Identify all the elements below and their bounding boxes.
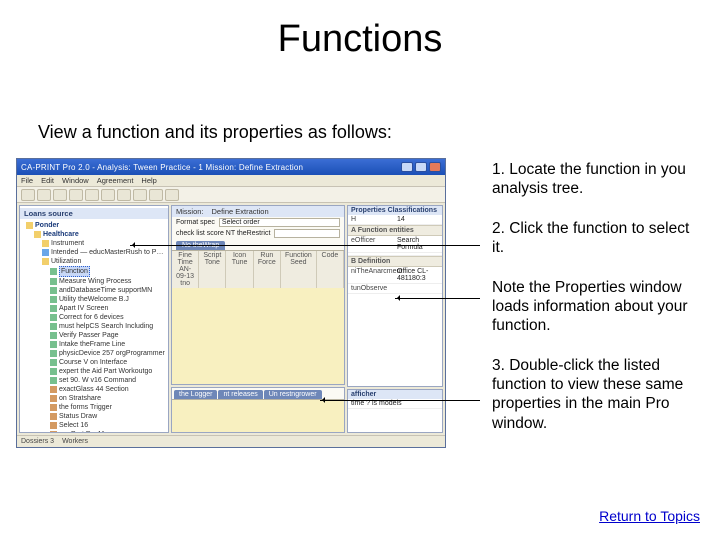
menu-file[interactable]: File bbox=[21, 176, 33, 185]
page-subtitle: View a function and its properties as fo… bbox=[38, 122, 392, 143]
menu-edit[interactable]: Edit bbox=[41, 176, 54, 185]
instruction-3: 3. Double-click the listed function to v… bbox=[492, 356, 692, 434]
instruction-1: 1. Locate the function in you analysis t… bbox=[492, 160, 692, 199]
instruction-2: 2. Click the function to select it. bbox=[492, 219, 692, 258]
option-field[interactable]: Select order bbox=[219, 218, 340, 227]
toolbar-button[interactable] bbox=[101, 189, 115, 201]
toolbar-button[interactable] bbox=[21, 189, 35, 201]
menu-window[interactable]: Window bbox=[62, 176, 89, 185]
menu-bar: File Edit Window Agreement Help bbox=[17, 175, 445, 187]
main-columns: Fine Time AN-09-13 tno Script Tone Icon … bbox=[172, 251, 344, 288]
analysis-tree[interactable]: Ponder Healthcare Instrument Intended — … bbox=[20, 219, 168, 433]
window-title: CA-PRINT Pro 2.0 - Analysis: Tween Pract… bbox=[21, 163, 303, 172]
instruction-list: 1. Locate the function in you analysis t… bbox=[492, 160, 692, 453]
option-label: Format spec bbox=[176, 219, 215, 226]
toolbar-button[interactable] bbox=[149, 189, 163, 201]
properties-lower-header: afficher bbox=[348, 390, 442, 399]
instruction-note: Note the Properties window loads informa… bbox=[492, 278, 692, 336]
arrow-3 bbox=[320, 400, 480, 401]
toolbar-button[interactable] bbox=[165, 189, 179, 201]
arrow-2 bbox=[395, 298, 480, 299]
tree-header: Loans source bbox=[20, 208, 168, 219]
properties-header: Properties Classifications bbox=[348, 206, 442, 215]
status-bar: Dossiers 3 Workers bbox=[17, 435, 445, 447]
main-pro-window: Mission: Define Extraction Format spec S… bbox=[171, 205, 345, 385]
minimize-button[interactable] bbox=[401, 162, 413, 172]
bottom-content bbox=[172, 399, 344, 432]
toolbar-button[interactable] bbox=[69, 189, 83, 201]
tree-selected-function[interactable]: Function bbox=[26, 266, 166, 277]
bottom-tab[interactable]: the Logger bbox=[174, 390, 217, 399]
analysis-tree-panel: Loans source Ponder Healthcare Instrumen… bbox=[19, 205, 169, 433]
menu-help[interactable]: Help bbox=[141, 176, 156, 185]
check-field[interactable] bbox=[274, 229, 340, 238]
arrow-1 bbox=[130, 245, 480, 246]
app-window: CA-PRINT Pro 2.0 - Analysis: Tween Pract… bbox=[16, 158, 446, 448]
check-label: check list score NT theRestrict bbox=[176, 230, 270, 237]
page-title: Functions bbox=[0, 18, 720, 61]
toolbar-button[interactable] bbox=[117, 189, 131, 201]
status-item: Workers bbox=[62, 438, 88, 445]
toolbar-button[interactable] bbox=[37, 189, 51, 201]
toolbar bbox=[17, 187, 445, 203]
return-to-topics-link[interactable]: Return to Topics bbox=[599, 508, 700, 524]
window-titlebar: CA-PRINT Pro 2.0 - Analysis: Tween Pract… bbox=[17, 159, 445, 175]
maximize-button[interactable] bbox=[415, 162, 427, 172]
properties-category: B Definition bbox=[348, 256, 442, 267]
bottom-tab[interactable]: nt releases bbox=[218, 390, 262, 399]
menu-agreement[interactable]: Agreement bbox=[97, 176, 134, 185]
mission-label: Mission: bbox=[176, 207, 204, 216]
status-item: Dossiers 3 bbox=[21, 438, 54, 445]
properties-category: A Function entities bbox=[348, 225, 442, 236]
properties-lower: afficher time ? is models bbox=[347, 389, 443, 433]
toolbar-button[interactable] bbox=[53, 189, 67, 201]
mission-value: Define Extraction bbox=[212, 207, 269, 216]
close-button[interactable] bbox=[429, 162, 441, 172]
toolbar-button[interactable] bbox=[133, 189, 147, 201]
toolbar-button[interactable] bbox=[85, 189, 99, 201]
bottom-tab[interactable]: Un restngrower bbox=[264, 390, 322, 399]
main-content-area[interactable] bbox=[172, 288, 344, 384]
bottom-panel: the Logger nt releases Un restngrower bbox=[171, 387, 345, 433]
